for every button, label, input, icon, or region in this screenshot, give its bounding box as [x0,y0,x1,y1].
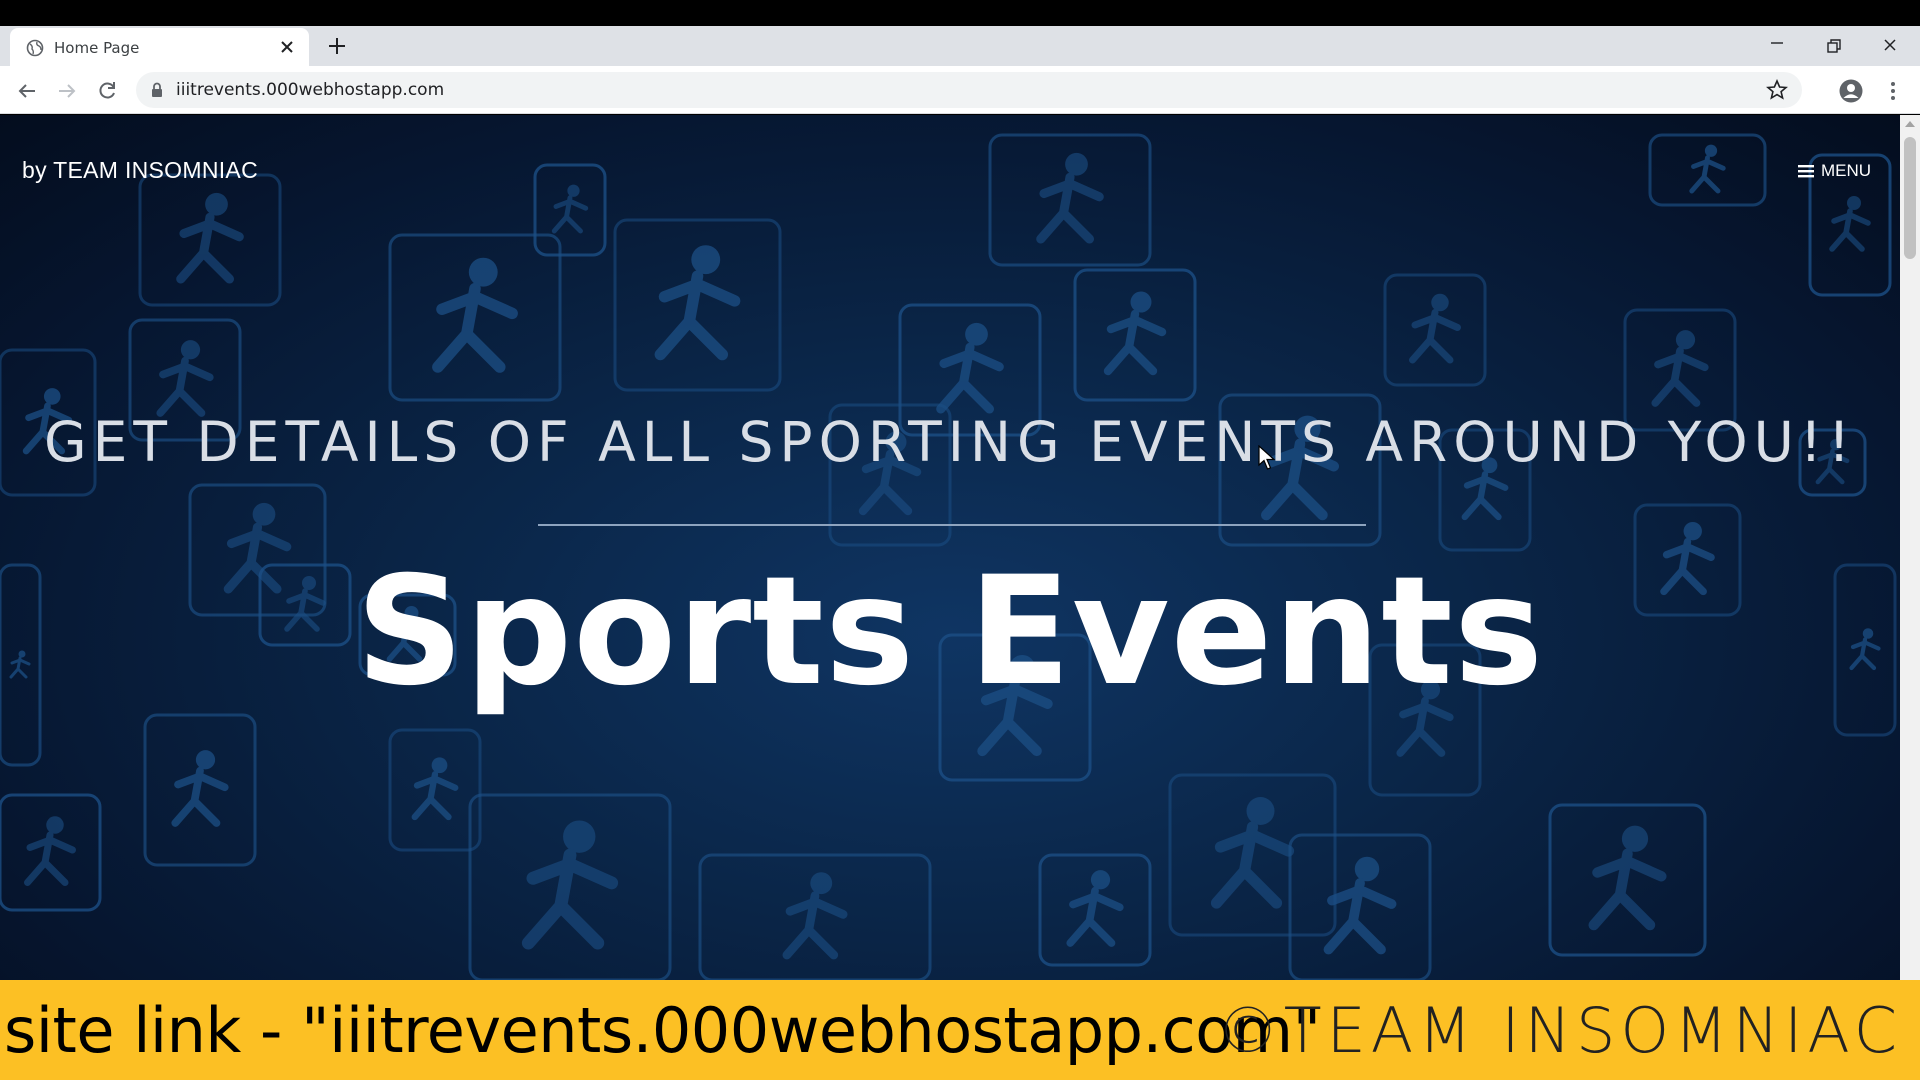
minimize-icon[interactable] [1764,34,1790,58]
mouse-cursor-icon [1258,445,1276,470]
tab-strip: Home Page [0,26,1920,66]
close-window-icon[interactable] [1877,34,1903,58]
site-link-banner: site link - "iiitrevents.000webhostapp.c… [0,980,1920,1080]
window-top-bar [0,0,1920,26]
more-menu-icon[interactable] [1880,78,1906,104]
browser-toolbar: iiitrevents.000webhostapp.com [0,66,1920,114]
profile-avatar-icon[interactable] [1838,78,1864,104]
address-bar[interactable]: iiitrevents.000webhostapp.com [136,72,1802,108]
new-tab-icon[interactable] [326,35,348,57]
hero-title: Sports Events [355,545,1545,719]
lock-icon [152,82,162,97]
forward-arrow-icon[interactable] [55,79,79,103]
menu-button[interactable]: MENU [1798,159,1871,183]
site-link-text: site link - "iiitrevents.000webhostapp.c… [4,994,1321,1067]
brand-text[interactable]: by TEAM INSOMNIAC [22,157,258,184]
hero-divider [538,524,1366,526]
scrollbar-thumb[interactable] [1904,137,1916,259]
close-tab-icon[interactable] [277,37,297,57]
page-scrollbar[interactable] [1900,115,1920,980]
reload-icon[interactable] [95,79,119,103]
url-text: iiitrevents.000webhostapp.com [176,80,445,100]
tab-title: Home Page [54,39,140,57]
bookmark-star-icon[interactable] [1766,79,1788,101]
hero-tagline: GET DETAILS OF ALL SPORTING EVENTS AROUN… [43,410,1857,474]
back-arrow-icon[interactable] [15,79,39,103]
globe-icon [26,39,44,57]
scroll-up-arrow-icon[interactable] [1905,120,1915,128]
copyright-text: ©TEAM INSOMNIAC [1216,994,1902,1067]
hamburger-icon [1798,165,1814,178]
menu-label: MENU [1821,161,1872,180]
tab-home-page[interactable]: Home Page [10,28,309,66]
page-viewport: by TEAM INSOMNIAC MENU GET DETAILS OF AL… [0,115,1900,980]
restore-icon[interactable] [1820,34,1846,58]
